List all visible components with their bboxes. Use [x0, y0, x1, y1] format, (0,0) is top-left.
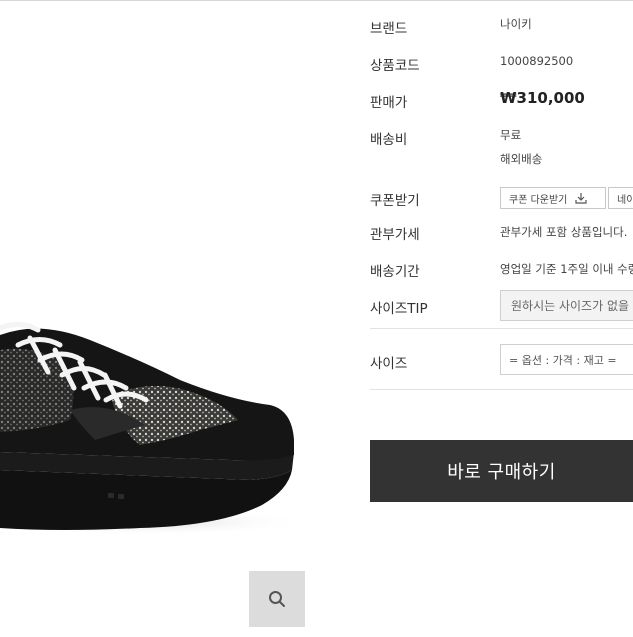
- product-image: [0, 3, 310, 633]
- size-select[interactable]: = 옵션 : 가격 : 재고 =: [500, 344, 633, 375]
- download-icon: [575, 193, 587, 204]
- customs-label: 관부가세: [370, 227, 420, 243]
- shipping-type-value: 해외배송: [500, 152, 543, 166]
- zoom-button[interactable]: [249, 571, 305, 627]
- coupon-download-label: 쿠폰 다운받기: [509, 194, 568, 206]
- section-divider-bottom: [370, 389, 633, 390]
- buy-now-button[interactable]: 바로 구매하기: [370, 440, 633, 502]
- coupon-second-label: 네이: [617, 194, 633, 206]
- brand-value: 나이키: [500, 17, 532, 31]
- product-code-value: 1000892500: [500, 54, 574, 68]
- shipping-label: 배송비: [370, 132, 408, 148]
- coupon-download-button[interactable]: 쿠폰 다운받기: [500, 187, 606, 209]
- coupon-second-button[interactable]: 네이: [608, 187, 633, 209]
- product-code-label: 상품코드: [370, 58, 420, 74]
- size-tip-placeholder: 원하시는 사이즈가 없을: [511, 299, 630, 313]
- delivery-period-label: 배송기간: [370, 264, 420, 280]
- shipping-fee-value: 무료: [500, 128, 522, 142]
- size-label: 사이즈: [370, 356, 408, 372]
- sneaker-illustration: [0, 322, 310, 536]
- price-label: 판매가: [370, 95, 408, 111]
- search-icon: [269, 591, 285, 607]
- size-tip-label: 사이즈TIP: [370, 301, 428, 317]
- product-info-panel: 브랜드 나이키 상품코드 1000892500 판매가 ₩310,000 배송비…: [370, 0, 633, 633]
- buy-now-label: 바로 구매하기: [447, 462, 556, 483]
- size-select-value: = 옵션 : 가격 : 재고 =: [509, 353, 617, 367]
- brand-label: 브랜드: [370, 21, 408, 37]
- price-value: ₩310,000: [500, 89, 585, 107]
- customs-value: 관부가세 포함 상품입니다.: [500, 225, 628, 239]
- delivery-period-value: 영업일 기준 1주일 이내 수령: [500, 262, 633, 276]
- size-tip-input[interactable]: 원하시는 사이즈가 없을: [500, 290, 633, 321]
- coupon-label: 쿠폰받기: [370, 193, 420, 209]
- section-divider: [370, 328, 633, 329]
